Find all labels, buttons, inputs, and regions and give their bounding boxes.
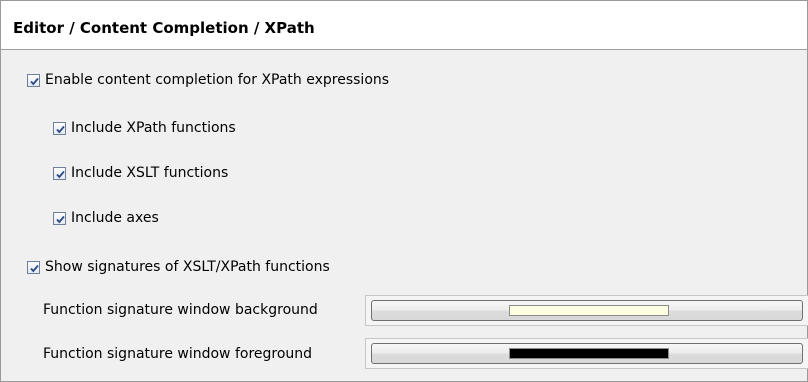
show-signatures-label: Show signatures of XSLT/XPath functions bbox=[45, 259, 330, 275]
page-title: Editor / Content Completion / XPath bbox=[13, 19, 315, 37]
page-header: Editor / Content Completion / XPath bbox=[1, 1, 807, 50]
foreground-color-label: Function signature window foreground bbox=[43, 346, 313, 362]
check-icon bbox=[30, 264, 39, 272]
check-icon bbox=[56, 170, 65, 178]
show-signatures-checkbox[interactable] bbox=[27, 260, 40, 274]
show-signatures-option[interactable]: Show signatures of XSLT/XPath functions bbox=[27, 257, 330, 277]
include-axes-checkbox[interactable] bbox=[53, 211, 66, 225]
preferences-panel: Editor / Content Completion / XPath Enab… bbox=[0, 0, 808, 382]
include-xslt-functions-option[interactable]: Include XSLT functions bbox=[53, 163, 228, 183]
foreground-color-swatch bbox=[509, 348, 669, 359]
include-xpath-functions-label: Include XPath functions bbox=[71, 120, 236, 136]
include-xslt-functions-label: Include XSLT functions bbox=[71, 165, 229, 181]
enable-completion-option[interactable]: Enable content completion for XPath expr… bbox=[27, 70, 389, 90]
background-color-swatch bbox=[509, 305, 669, 316]
enable-completion-checkbox[interactable] bbox=[27, 73, 40, 87]
include-axes-label: Include axes bbox=[71, 210, 159, 226]
check-icon bbox=[30, 77, 39, 85]
background-color-button[interactable] bbox=[371, 300, 803, 321]
include-axes-option[interactable]: Include axes bbox=[53, 208, 159, 228]
include-xpath-functions-checkbox[interactable] bbox=[53, 121, 66, 135]
check-icon bbox=[56, 215, 65, 223]
check-icon bbox=[56, 125, 65, 133]
foreground-color-button[interactable] bbox=[371, 343, 803, 364]
include-xpath-functions-option[interactable]: Include XPath functions bbox=[53, 118, 236, 138]
enable-completion-label: Enable content completion for XPath expr… bbox=[45, 72, 390, 88]
background-color-label: Function signature window background bbox=[43, 302, 318, 318]
include-xslt-functions-checkbox[interactable] bbox=[53, 166, 66, 180]
